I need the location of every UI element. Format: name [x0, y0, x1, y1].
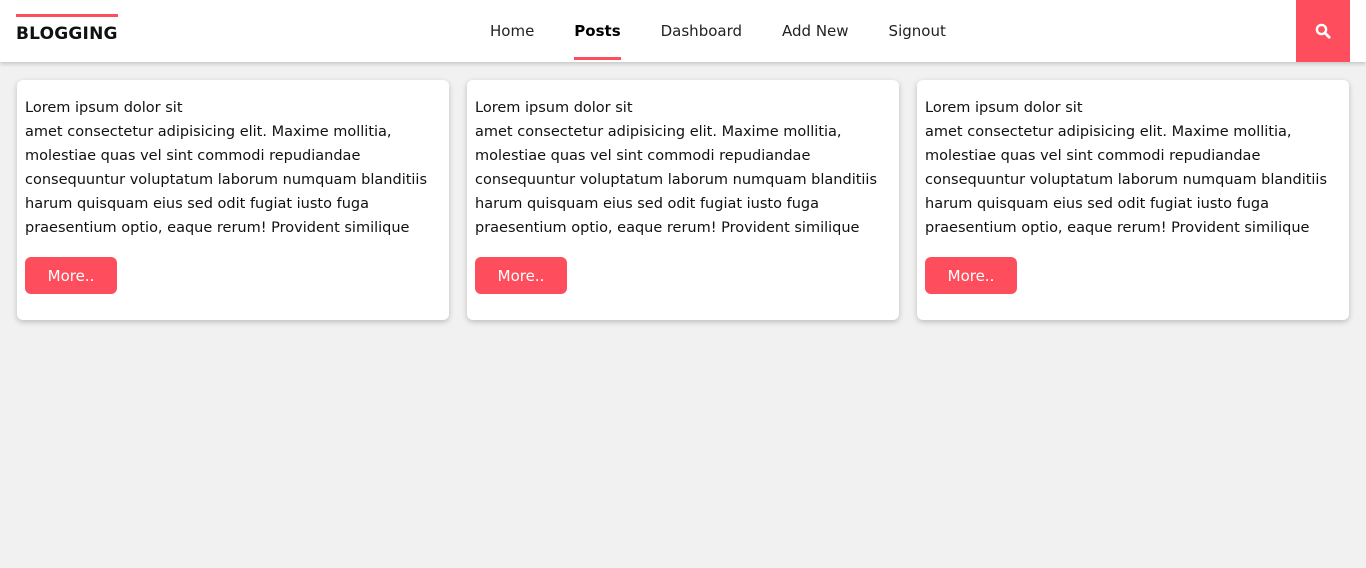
post-card: Lorem ipsum dolor sit amet consectetur a…: [467, 80, 899, 320]
main-nav: Home Posts Dashboard Add New Signout: [470, 0, 966, 62]
post-list: Lorem ipsum dolor sit amet consectetur a…: [17, 80, 1349, 320]
post-card: Lorem ipsum dolor sit amet consectetur a…: [917, 80, 1349, 320]
post-excerpt: amet consectetur adipisicing elit. Maxim…: [25, 124, 428, 236]
nav-link-posts[interactable]: Posts: [554, 0, 640, 62]
post-card: Lorem ipsum dolor sit amet consectetur a…: [17, 80, 449, 320]
brand-logo[interactable]: BLOGGING: [16, 14, 118, 44]
post-excerpt: amet consectetur adipisicing elit. Maxim…: [925, 124, 1328, 236]
search-button[interactable]: [1296, 0, 1350, 62]
nav-link-dashboard[interactable]: Dashboard: [641, 0, 762, 62]
nav-link-add-new[interactable]: Add New: [762, 0, 869, 62]
top-navbar: BLOGGING Home Posts Dashboard Add New Si…: [0, 0, 1366, 62]
nav-link-signout[interactable]: Signout: [869, 0, 966, 62]
post-excerpt: amet consectetur adipisicing elit. Maxim…: [475, 124, 878, 236]
search-icon: [1315, 23, 1331, 39]
nav-link-home[interactable]: Home: [470, 0, 554, 62]
more-button[interactable]: More..: [925, 257, 1017, 294]
post-title: Lorem ipsum dolor sit: [925, 100, 1083, 116]
post-title: Lorem ipsum dolor sit: [25, 100, 183, 116]
more-button[interactable]: More..: [475, 257, 567, 294]
more-button[interactable]: More..: [25, 257, 117, 294]
post-title: Lorem ipsum dolor sit: [475, 100, 633, 116]
